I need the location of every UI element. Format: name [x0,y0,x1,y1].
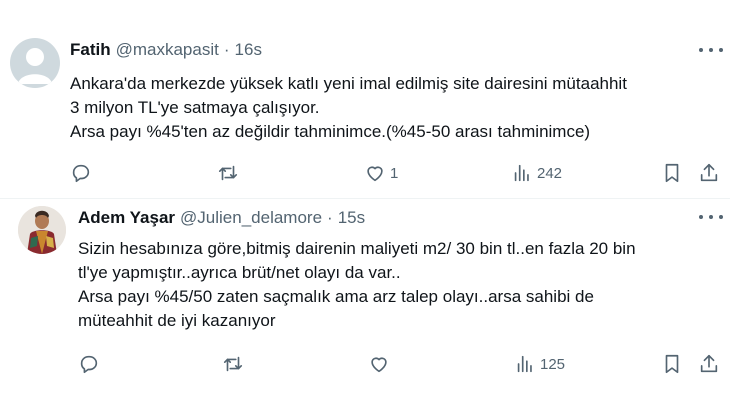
bookmark-button[interactable] [661,160,683,186]
tweet-text: Sizin hesabınıza göre,bitmiş dairenin ma… [78,237,636,333]
avatar[interactable] [10,38,60,88]
share-button[interactable] [698,160,720,186]
views-button[interactable]: 242 [511,160,562,186]
action-bar: 1 242 [0,160,730,186]
timestamp[interactable]: 15s [338,208,365,228]
share-icon [700,354,718,373]
default-avatar-icon [18,48,52,84]
tweet-text-line: tl'ye yapmıştır..ayrıca brüt/net olayı d… [78,263,401,282]
tweet-header: Fatih @maxkapasit · 16s [70,40,262,60]
reply-icon [80,355,98,374]
timestamp[interactable]: 16s [235,40,262,60]
views-icon [514,164,529,182]
profile-photo-icon [18,206,66,254]
author-handle[interactable]: @Julien_delamore [180,208,322,228]
separator: · [223,40,230,59]
share-icon [700,163,718,182]
bookmark-icon [665,163,679,183]
tweet-text-line: müteahhit de iyi kazanıyor [78,311,276,330]
separator: · [327,208,333,227]
like-button[interactable]: 1 [364,160,398,186]
tweet[interactable]: Fatih @maxkapasit · 16s Ankara'da merkez… [0,0,730,198]
avatar[interactable] [18,206,66,254]
tweet-text-line: Ankara'da merkezde yüksek katlı yeni ima… [70,74,627,93]
tweet-header: Adem Yaşar @Julien_delamore · 15s [78,208,365,228]
author-name[interactable]: Adem Yaşar [78,208,175,228]
like-icon [367,166,383,182]
views-icon [517,355,532,373]
bookmark-icon [665,354,679,374]
tweet-text-line: 3 milyon TL'ye satmaya çalışıyor. [70,98,320,117]
more-icon[interactable] [699,46,723,54]
repost-button[interactable] [217,160,243,186]
views-count: 125 [540,355,566,373]
repost-icon [223,356,243,372]
tweet-text: Ankara'da merkezde yüksek katlı yeni ima… [70,72,627,144]
tweet-text-line: Arsa payı %45'ten az değildir tahminimce… [70,122,591,141]
tweet-text-line: Sizin hesabınıza göre,bitmiş dairenin ma… [78,239,636,258]
views-button[interactable]: 125 [514,351,565,377]
repost-icon [218,165,238,181]
like-count: 1 [390,164,399,182]
tweet[interactable]: Adem Yaşar @Julien_delamore · 15s Sizin … [0,198,730,420]
share-button[interactable] [698,351,720,377]
like-icon [371,357,387,373]
tweet-text-line: Arsa payı %45/50 zaten saçmalık ama arz … [78,287,594,306]
action-bar: 125 [0,351,730,377]
like-button[interactable] [368,351,394,377]
bookmark-button[interactable] [661,351,683,377]
views-count: 242 [537,164,563,182]
reply-button[interactable] [78,351,104,377]
more-icon[interactable] [699,213,723,221]
reply-button[interactable] [70,160,96,186]
reply-icon [72,164,90,183]
author-name[interactable]: Fatih [70,40,111,60]
author-handle[interactable]: @maxkapasit [116,40,219,60]
repost-button[interactable] [222,351,248,377]
